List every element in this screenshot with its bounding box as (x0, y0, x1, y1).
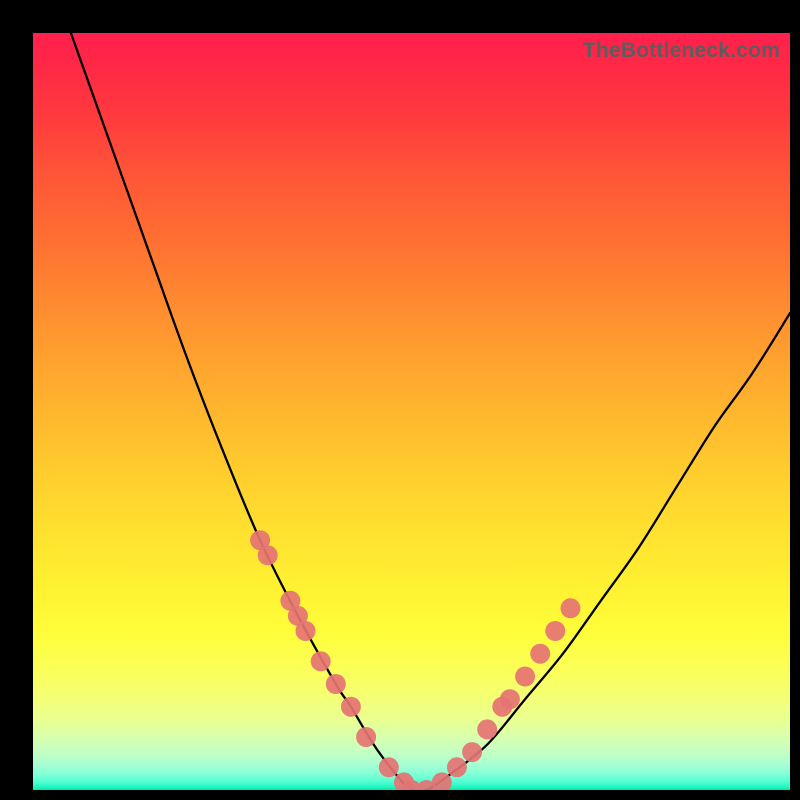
marker-dot (462, 742, 482, 762)
bottleneck-curve-path (71, 33, 790, 790)
marker-dot (477, 719, 497, 739)
marker-dot (326, 674, 346, 694)
marker-dot (311, 651, 331, 671)
marker-dot (379, 757, 399, 777)
chart-stage: TheBottleneck.com (0, 0, 800, 800)
marker-dot (530, 644, 550, 664)
marker-dot (561, 598, 581, 618)
marker-dot (258, 545, 278, 565)
marker-dot (341, 697, 361, 717)
marker-dot (356, 727, 376, 747)
marker-dot (500, 689, 520, 709)
plot-area: TheBottleneck.com (33, 33, 790, 790)
marker-dot (515, 667, 535, 687)
marker-dot (447, 757, 467, 777)
marker-dot (545, 621, 565, 641)
marker-dot (296, 621, 316, 641)
curve-layer (33, 33, 790, 790)
marker-layer (250, 530, 580, 790)
